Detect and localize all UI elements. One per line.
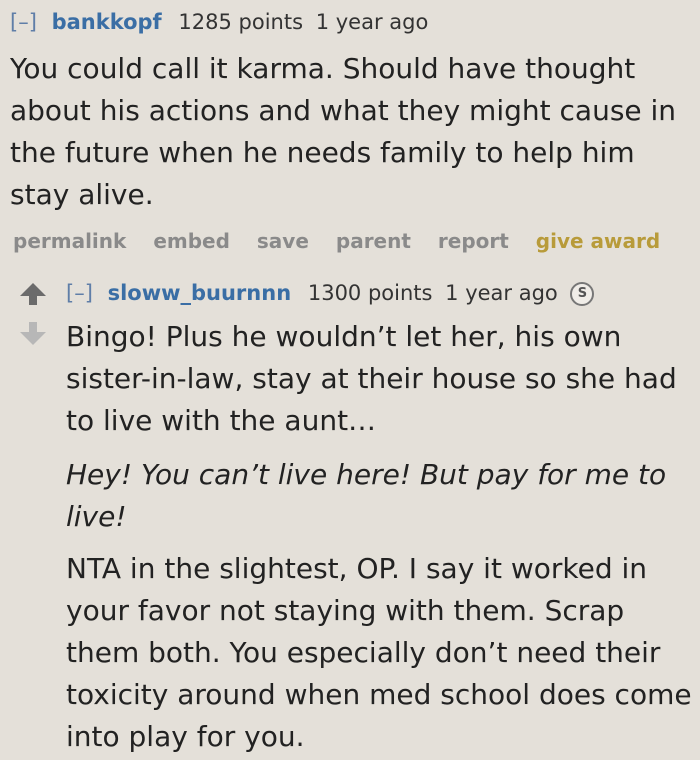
comment-header: [–] bankkopf 1285 points 1 year ago xyxy=(10,12,428,33)
downvote-arrow-icon[interactable] xyxy=(20,322,46,345)
collapse-toggle[interactable]: [–] xyxy=(66,281,93,305)
comment-paragraph: Bingo! Plus he wouldn’t let her, his own… xyxy=(66,320,677,437)
embed-link[interactable]: embed xyxy=(153,229,230,253)
parent-link[interactable]: parent xyxy=(336,229,411,253)
report-link[interactable]: report xyxy=(438,229,509,253)
comment-body: You could call it karma. Should have tho… xyxy=(10,52,677,211)
award-icon: S xyxy=(570,282,595,306)
author-link[interactable]: bankkopf xyxy=(52,10,162,34)
upvote-arrow-icon[interactable] xyxy=(20,283,46,305)
permalink-link[interactable]: permalink xyxy=(13,229,126,253)
score: 1285 points xyxy=(178,10,304,34)
save-link[interactable]: save xyxy=(257,229,309,253)
timestamp: 1 year ago xyxy=(445,281,558,305)
comment-quote-paragraph: Hey! You can’t live here! But pay for me… xyxy=(66,458,667,533)
comment-actions: permalink embed save parent report give … xyxy=(13,229,660,253)
author-link[interactable]: sloww_buurnnn xyxy=(108,281,292,305)
collapse-toggle[interactable]: [–] xyxy=(10,10,37,34)
comment-paragraph: NTA in the slightest, OP. I say it worke… xyxy=(66,552,692,753)
score: 1300 points xyxy=(307,281,433,305)
comment-header: [–] sloww_buurnnn 1300 points 1 year ago… xyxy=(66,281,595,306)
give-award-link[interactable]: give award xyxy=(536,229,660,253)
timestamp: 1 year ago xyxy=(315,10,429,34)
